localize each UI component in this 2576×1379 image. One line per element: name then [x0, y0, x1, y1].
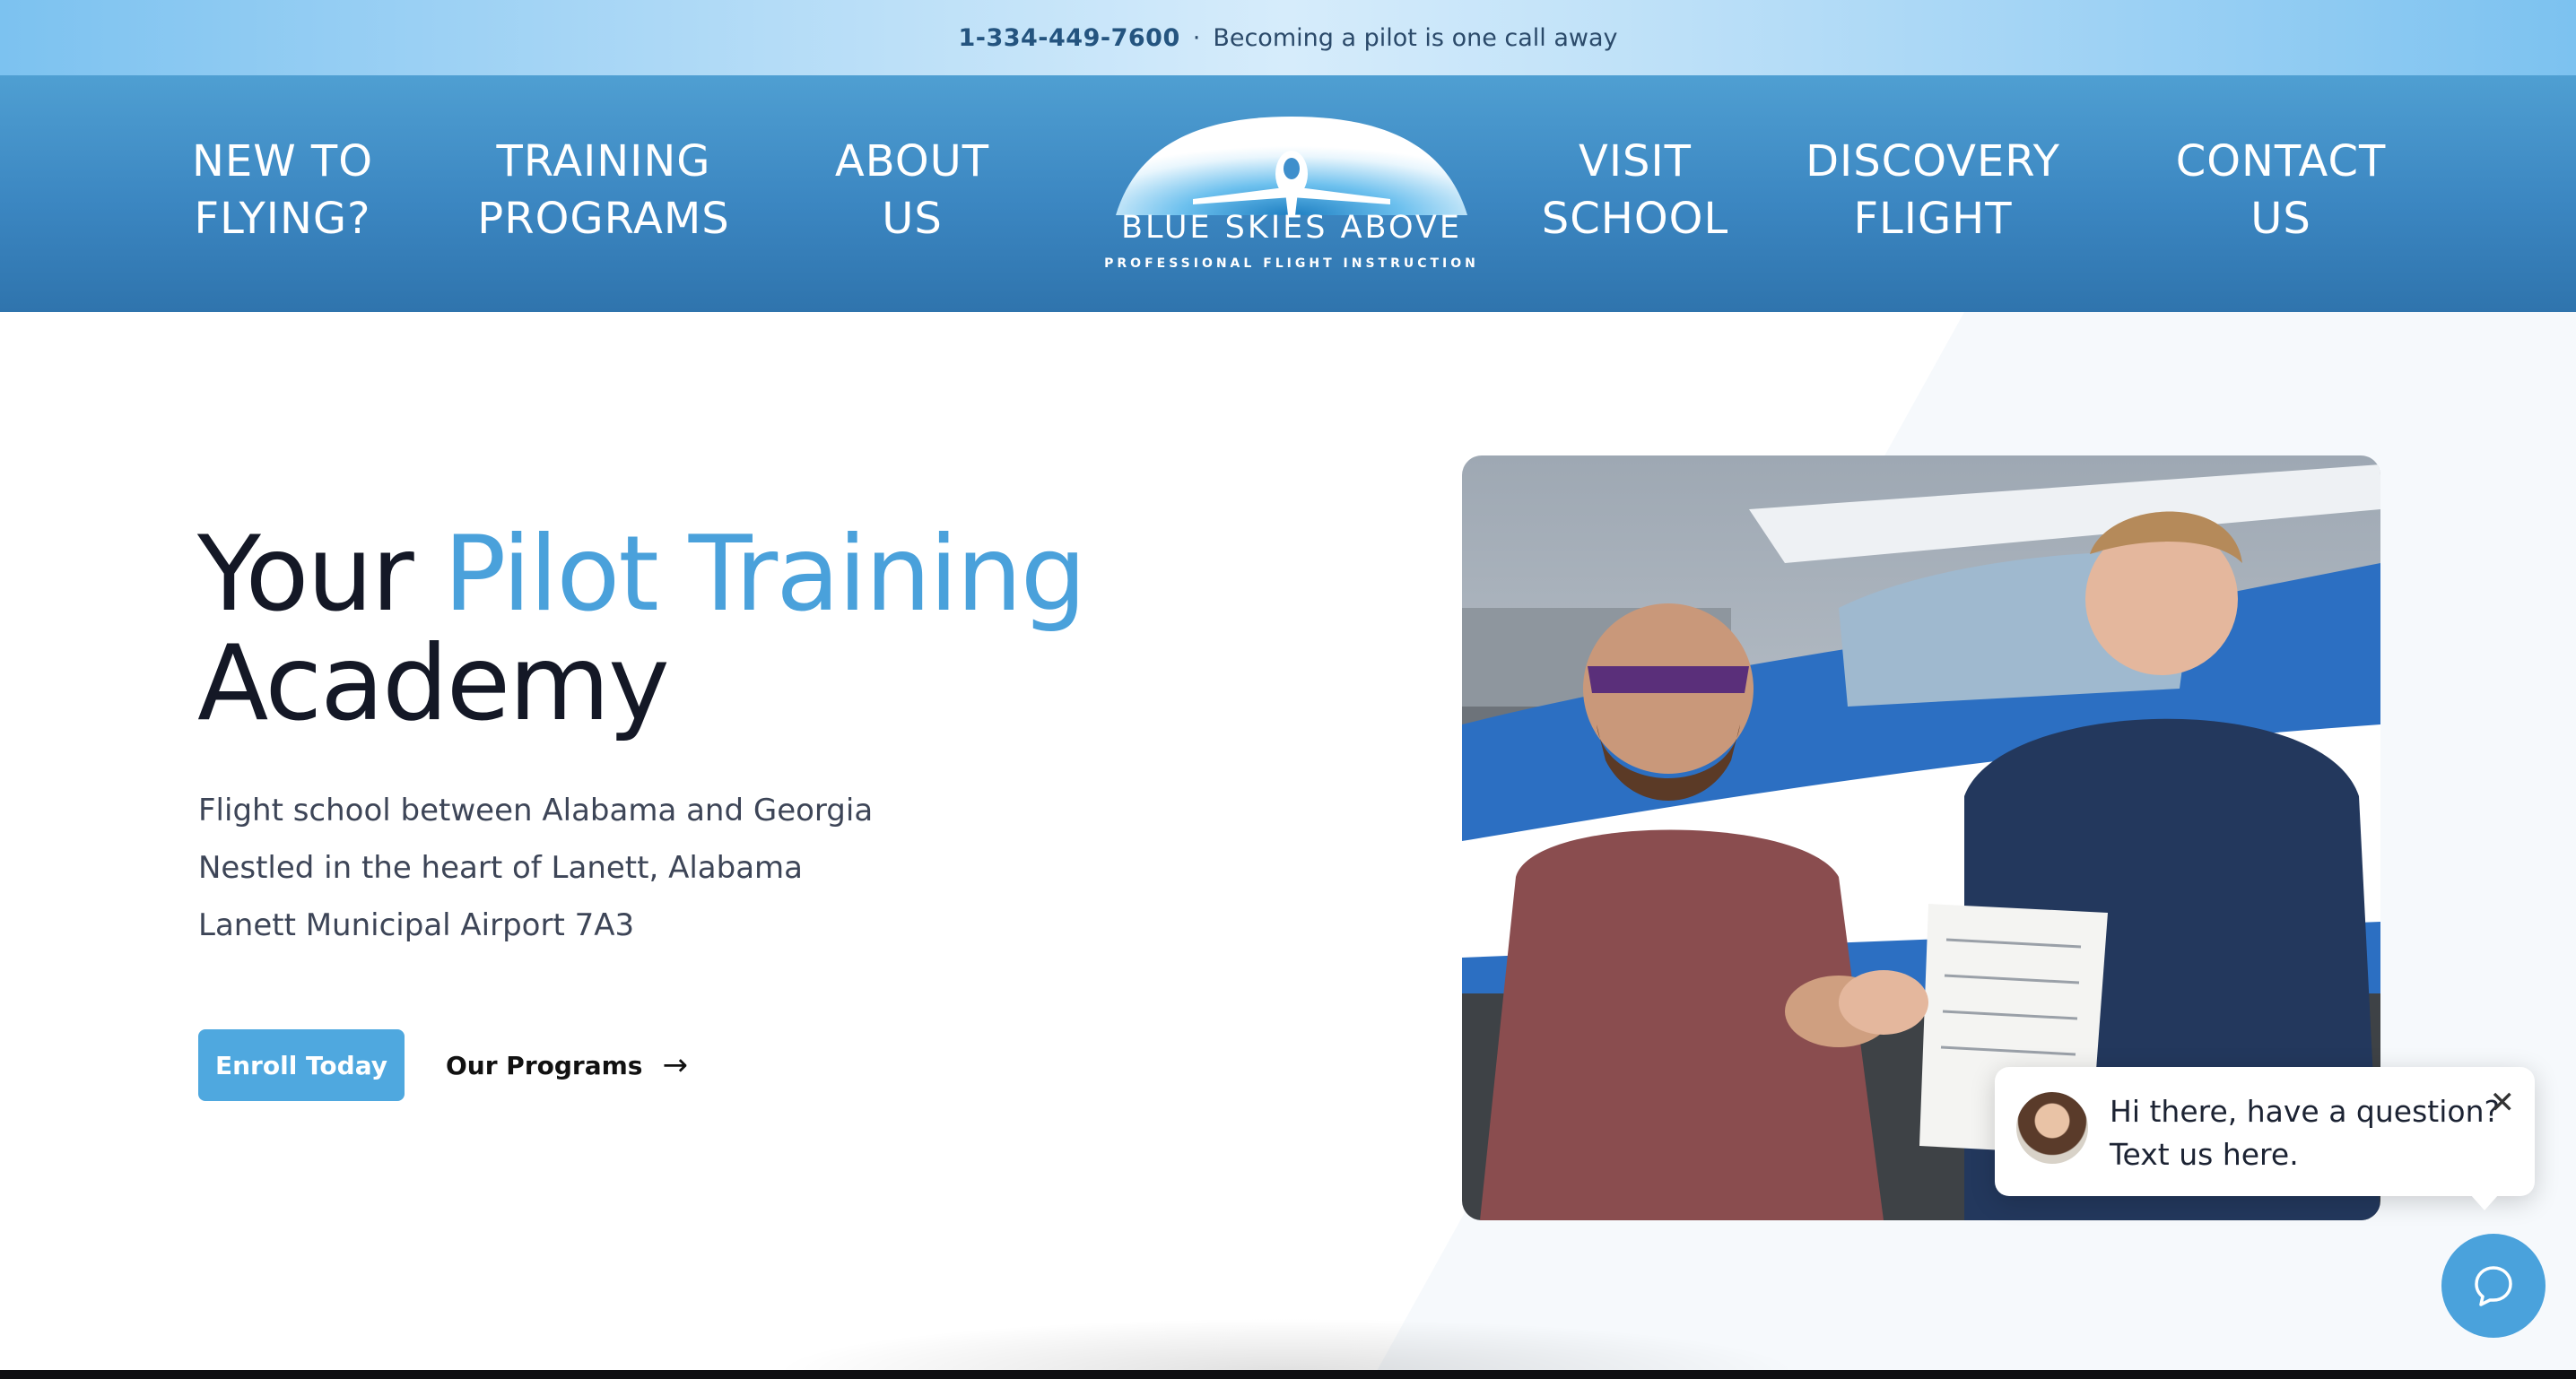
chat-bubble-icon	[2475, 1266, 2512, 1306]
separator-dot: ·	[1192, 23, 1201, 52]
hero-heading: Your Pilot Training Academy	[197, 520, 1086, 744]
nav-label-line: US	[882, 194, 943, 244]
hero-line-town: Nestled in the heart of Lanett, Alabama	[198, 850, 803, 886]
nav-training-programs[interactable]: TRAINING PROGRAMS	[477, 133, 729, 247]
page-bottom-edge	[0, 1370, 2576, 1379]
close-icon[interactable]: ✕	[2490, 1085, 2516, 1121]
nav-label-line: NEW TO	[191, 136, 374, 186]
our-programs-link[interactable]: Our Programs →	[446, 1029, 688, 1101]
airplane-dome-logo-icon	[1116, 117, 1467, 215]
nav-label-line: FLIGHT	[1853, 194, 2013, 244]
logo-subtitle: PROFESSIONAL FLIGHT INSTRUCTION	[1104, 256, 1479, 271]
agent-avatar	[2016, 1092, 2088, 1164]
hero-title-part: Academy	[197, 623, 670, 744]
nav-discovery-flight[interactable]: DISCOVERY FLIGHT	[1806, 133, 2060, 247]
nav-label-line: CONTACT	[2175, 136, 2387, 186]
nav-visit-school[interactable]: VISIT SCHOOL	[1542, 133, 1728, 247]
hero-title-accent: Pilot Training	[443, 514, 1087, 635]
nav-label-line: FLYING?	[194, 194, 371, 244]
chat-message: Hi there, have a question? Text us here.	[2110, 1090, 2500, 1176]
top-contact-bar: 1-334-449-7600 · Becoming a pilot is one…	[0, 0, 2576, 75]
chat-message-line: Text us here.	[2110, 1137, 2299, 1172]
chat-launcher-button[interactable]	[2441, 1234, 2546, 1338]
nav-about-us[interactable]: ABOUT US	[835, 133, 989, 247]
phone-link[interactable]: 1-334-449-7600	[958, 24, 1179, 52]
nav-label-line: SCHOOL	[1541, 194, 1729, 244]
enroll-today-button[interactable]: Enroll Today	[198, 1029, 405, 1101]
our-programs-label: Our Programs	[446, 1050, 643, 1080]
nav-label-line: ABOUT	[834, 136, 990, 186]
hero-line-location: Flight school between Alabama and Georgi…	[198, 793, 874, 828]
nav-label-line: DISCOVERY	[1806, 136, 2060, 186]
topbar-tagline: Becoming a pilot is one call away	[1213, 23, 1618, 52]
nav-label-line: US	[2250, 194, 2311, 244]
arrow-right-icon: →	[662, 1047, 688, 1083]
nav-label-line: TRAINING	[496, 136, 711, 186]
logo-title: BLUE SKIES ABOVE	[1121, 210, 1462, 246]
main-nav: NEW TO FLYING? TRAINING PROGRAMS ABOUT U…	[0, 75, 2576, 312]
nav-contact-us[interactable]: CONTACT US	[2176, 133, 2387, 247]
site-logo[interactable]: BLUE SKIES ABOVE PROFESSIONAL FLIGHT INS…	[1103, 111, 1480, 282]
nav-new-to-flying[interactable]: NEW TO FLYING?	[192, 133, 373, 247]
hero-title-part: Your	[197, 514, 444, 635]
nav-label-line: PROGRAMS	[477, 194, 730, 244]
footer-shadow	[771, 1318, 1803, 1372]
chat-message-line: Hi there, have a question?	[2110, 1094, 2501, 1129]
hero-line-airport: Lanett Municipal Airport 7A3	[198, 907, 635, 943]
chat-popup[interactable]: Hi there, have a question? Text us here.…	[1995, 1067, 2535, 1210]
nav-label-line: VISIT	[1579, 136, 1692, 186]
